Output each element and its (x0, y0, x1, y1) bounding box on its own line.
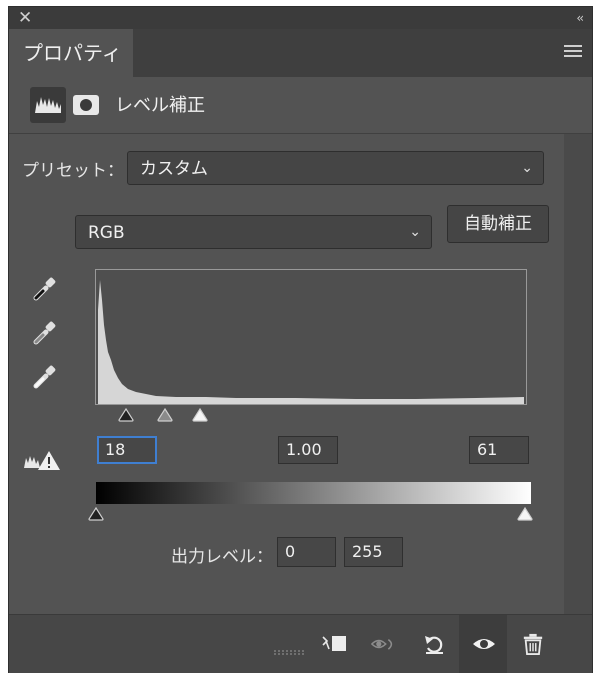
histogram-graph (98, 280, 524, 404)
gray-point-eyedropper-icon[interactable] (29, 319, 59, 349)
levels-content: プリセット： カスタム ⌄ RGB ⌄ 自動補正 18 1.00 61 出力レベ… (9, 134, 564, 614)
collapse-icon[interactable]: ‹‹ (576, 8, 583, 28)
auto-button[interactable]: 自動補正 (447, 205, 549, 243)
preset-label: プリセット： (22, 161, 124, 181)
close-icon[interactable]: ✕ (18, 8, 32, 28)
reset-icon[interactable] (422, 633, 448, 655)
gamma-input-slider[interactable] (157, 408, 173, 422)
view-previous-state-icon[interactable] (371, 633, 397, 655)
output-gradient (96, 482, 531, 504)
panel-menu-icon[interactable] (564, 45, 582, 59)
layer-mask-icon[interactable] (73, 95, 99, 115)
input-white-field[interactable]: 61 (469, 436, 529, 464)
black-point-eyedropper-icon[interactable] (29, 275, 59, 305)
properties-panel: ✕ ‹‹ プロパティ レベル補正 プリセット： カスタム ⌄ RGB ⌄ 自動補… (8, 6, 593, 673)
adjustment-header: レベル補正 (9, 77, 592, 134)
white-output-slider[interactable] (517, 507, 533, 521)
input-gamma-field[interactable]: 1.00 (278, 436, 338, 464)
visibility-eye-icon[interactable] (471, 633, 497, 655)
black-input-slider[interactable] (118, 408, 134, 422)
panel-footer (9, 614, 592, 673)
channel-select[interactable]: RGB ⌄ (75, 215, 432, 249)
histogram (95, 269, 527, 405)
black-output-slider[interactable] (88, 507, 104, 521)
adjustment-title: レベル補正 (115, 95, 205, 116)
clipping-warning-icon[interactable] (23, 448, 61, 472)
tab-properties[interactable]: プロパティ (9, 29, 133, 77)
clip-to-layer-icon[interactable] (321, 633, 347, 655)
output-white-field[interactable]: 255 (344, 537, 403, 567)
trash-icon[interactable] (520, 633, 546, 655)
output-levels-label: 出力レベル： (171, 547, 273, 567)
chevron-down-icon: ⌄ (521, 160, 533, 176)
scrollbar[interactable] (564, 134, 592, 614)
channel-value: RGB (88, 223, 125, 243)
preset-select[interactable]: カスタム ⌄ (127, 151, 544, 185)
panel-titlebar: ✕ ‹‹ (9, 7, 592, 29)
white-point-eyedropper-icon[interactable] (29, 363, 59, 393)
chevron-down-icon: ⌄ (409, 224, 421, 240)
tab-row: プロパティ (9, 29, 592, 77)
resize-grip-icon[interactable] (270, 650, 310, 656)
white-input-slider[interactable] (192, 408, 208, 422)
output-black-field[interactable]: 0 (277, 537, 336, 567)
input-black-field[interactable]: 18 (97, 436, 157, 464)
levels-adjustment-icon[interactable] (30, 87, 66, 123)
preset-value: カスタム (140, 159, 208, 179)
